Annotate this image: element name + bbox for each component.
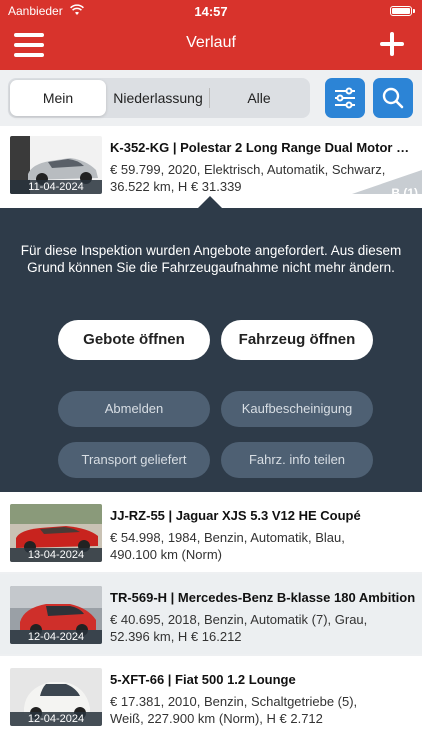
vehicle-details-line1: € 40.695, 2018, Benzin, Automatik (7), G… bbox=[110, 612, 368, 627]
vehicle-details-line1: € 54.998, 1984, Benzin, Automatik, Blau, bbox=[110, 530, 345, 545]
inspection-date: 11-04-2024 bbox=[10, 180, 102, 194]
battery-icon bbox=[390, 6, 415, 16]
vehicle-title: 5-XFT-66 | Fiat 500 1.2 Lounge bbox=[110, 672, 296, 687]
purchase-certificate-button[interactable]: Kaufbescheinigung bbox=[221, 391, 373, 427]
inspection-date: 13-04-2024 bbox=[10, 548, 102, 562]
nav-bar: Verlauf bbox=[0, 22, 422, 70]
vehicle-photo: 13-04-2024 bbox=[10, 504, 102, 562]
list-item[interactable]: 13-04-2024 JJ-RZ-55 | Jaguar XJS 5.3 V12… bbox=[0, 492, 422, 572]
search-button[interactable] bbox=[373, 78, 413, 118]
vehicle-details-line2: Weiß, 227.900 km (Norm), H € 2.712 bbox=[110, 711, 323, 726]
status-time: 14:57 bbox=[194, 4, 228, 19]
tab-all[interactable]: Alle bbox=[210, 80, 308, 116]
vehicle-title: JJ-RZ-55 | Jaguar XJS 5.3 V12 HE Coupé bbox=[110, 508, 361, 523]
vehicle-details-line1: € 17.381, 2010, Benzin, Schaltgetriebe (… bbox=[110, 694, 358, 709]
transport-delivered-button[interactable]: Transport geliefert bbox=[58, 442, 210, 478]
vehicle-photo: 11-04-2024 bbox=[10, 136, 102, 194]
sliders-icon bbox=[335, 87, 355, 109]
list-item[interactable]: 12-04-2024 TR-569-H | Mercedes-Benz B-kl… bbox=[0, 574, 422, 654]
search-icon bbox=[382, 87, 404, 109]
panel-pointer bbox=[198, 196, 222, 208]
share-vehicle-info-button[interactable]: Fahrz. info teilen bbox=[221, 442, 373, 478]
list-item[interactable]: 12-04-2024 5-XFT-66 | Fiat 500 1.2 Loung… bbox=[0, 656, 422, 750]
action-panel: Für diese Inspektion wurden Angebote ang… bbox=[0, 196, 422, 492]
open-vehicle-button[interactable]: Fahrzeug öffnen bbox=[221, 320, 373, 360]
vehicle-title: TR-569-H | Mercedes-Benz B-klasse 180 Am… bbox=[110, 590, 416, 605]
add-icon[interactable] bbox=[378, 30, 406, 58]
vehicle-photo: 12-04-2024 bbox=[10, 586, 102, 644]
vehicle-photo: 12-04-2024 bbox=[10, 668, 102, 726]
inspection-date: 12-04-2024 bbox=[10, 630, 102, 644]
tab-branch[interactable]: Niederlassung bbox=[108, 80, 208, 116]
inspection-date: 12-04-2024 bbox=[10, 712, 102, 726]
page-title: Verlauf bbox=[186, 34, 236, 51]
open-bids-button[interactable]: Gebote öffnen bbox=[58, 320, 210, 360]
status-badge: B (1) bbox=[391, 186, 418, 200]
status-bar: Aanbieder 14:57 bbox=[0, 0, 422, 22]
filter-button[interactable] bbox=[325, 78, 365, 118]
tab-mine[interactable]: Mein bbox=[10, 80, 106, 116]
vehicle-details-line2: 490.100 km (Norm) bbox=[110, 547, 222, 562]
vehicle-title: K-352-KG | Polestar 2 Long Range Dual Mo… bbox=[110, 140, 416, 155]
locked-message: Für diese Inspektion wurden Angebote ang… bbox=[20, 243, 402, 275]
unsubscribe-button[interactable]: Abmelden bbox=[58, 391, 210, 427]
vehicle-details-line2: 52.396 km, H € 16.212 bbox=[110, 629, 242, 644]
filter-bar: Mein Niederlassung Alle bbox=[0, 70, 422, 126]
scope-segmented-control: Mein Niederlassung Alle bbox=[8, 78, 310, 118]
